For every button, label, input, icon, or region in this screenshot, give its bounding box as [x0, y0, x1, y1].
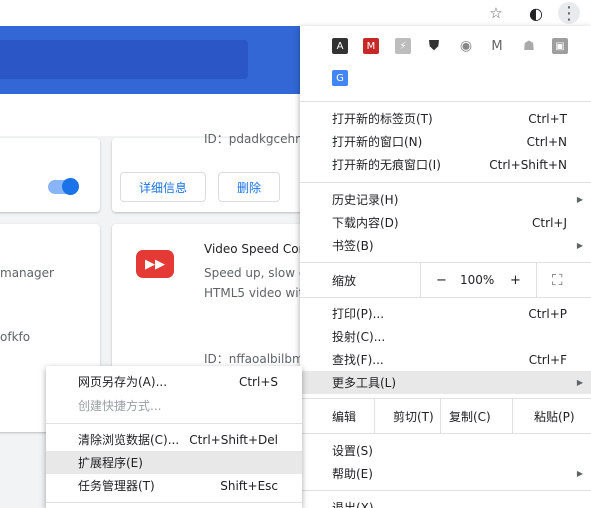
menu-item-downloads[interactable]: 下载内容(D) Ctrl+J — [300, 211, 591, 234]
menu-separator — [300, 433, 591, 434]
extension-id: ID：pdadkgcehm — [204, 132, 307, 146]
extension-desc: HTML5 video wit — [204, 286, 304, 300]
menu-item-settings[interactable]: 设置(S) — [300, 439, 591, 462]
menu-item-label: 打开新的窗口(N) — [332, 135, 423, 149]
menu-item-history[interactable]: 历史记录(H) ▶ — [300, 188, 591, 211]
chrome-main-menu: A M ⚡ ⛊ ◉ M ☗ ▣ G 打开新的标签页(T) Ctrl+T 打开新的… — [300, 26, 591, 508]
remove-button[interactable]: 删除 — [218, 172, 280, 202]
chrome-menu-icon[interactable]: ⋮ — [558, 2, 580, 24]
menu-item-label: 打印(P)... — [332, 307, 385, 321]
extension-id: ID：nffaoalbilbm — [204, 352, 304, 366]
extension-id: ofkfo — [0, 330, 31, 344]
menu-separator — [300, 182, 591, 183]
paste-button[interactable]: 粘贴(P) — [534, 408, 575, 425]
zoom-in-button[interactable]: + — [510, 273, 521, 288]
extension-grid-icon[interactable]: ▣ — [552, 38, 568, 54]
extension-title: Video Speed Cor — [204, 242, 304, 256]
extension-android-icon[interactable]: ☗ — [521, 38, 537, 54]
menu-item-shortcut: Ctrl+J — [532, 215, 567, 230]
menu-item-label: 投射(C)... — [332, 330, 386, 344]
submenu-arrow-icon: ▶ — [576, 378, 583, 387]
submenu-arrow-icon: ▶ — [576, 195, 583, 204]
zoom-level: 100% — [460, 273, 495, 287]
extension-card — [0, 138, 100, 212]
menu-item-help[interactable]: 帮助(E) ▶ — [300, 462, 591, 485]
extension-a-icon[interactable]: A — [332, 38, 348, 54]
menu-item-label: 打开新的无痕窗口(I) — [332, 158, 441, 172]
menu-item-task-manager[interactable]: 任务管理器(T) Shift+Esc — [46, 474, 302, 497]
details-button[interactable]: 详细信息 — [120, 172, 206, 202]
menu-separator — [300, 101, 591, 102]
browser-toolbar: ☆ ◐ ⋮ — [0, 0, 591, 26]
extension-circle-icon[interactable]: ◉ — [458, 38, 474, 54]
menu-item-shortcut: Ctrl+N — [526, 134, 567, 149]
copy-button[interactable]: 复制(C) — [449, 408, 491, 425]
menu-item-clear-data[interactable]: 清除浏览数据(C)... Ctrl+Shift+Del — [46, 428, 302, 451]
profile-avatar-icon[interactable]: ◐ — [526, 3, 546, 23]
menu-item-shortcut: Ctrl+Shift+N — [489, 157, 567, 172]
menu-item-label: 帮助(E) — [332, 467, 373, 481]
menu-item-label: 创建快捷方式... — [78, 399, 162, 413]
menu-separator — [300, 490, 591, 491]
extension-m-icon[interactable]: M — [363, 38, 379, 54]
menu-item-label: 更多工具(L) — [332, 376, 397, 390]
menu-item-extensions[interactable]: 扩展程序(E) — [46, 451, 302, 474]
extension-mail-icon[interactable]: M — [489, 38, 505, 54]
menu-edit-row: 编辑 剪切(T) 复制(C) 粘贴(P) — [300, 399, 591, 433]
more-tools-submenu: 网页另存为(A)... Ctrl+S 创建快捷方式... 清除浏览数据(C)..… — [46, 366, 302, 508]
extension-desc: manager — [0, 266, 54, 280]
menu-item-exit[interactable]: 退出(X) — [300, 496, 591, 508]
menu-item-print[interactable]: 打印(P)... Ctrl+P — [300, 302, 591, 325]
zoom-label: 缩放 — [332, 273, 357, 288]
menu-item-label: 书签(B) — [332, 239, 374, 253]
extension-pdf-icon[interactable]: ⚡ — [395, 38, 411, 54]
submenu-arrow-icon: ▶ — [576, 241, 583, 250]
menu-item-label: 设置(S) — [332, 444, 373, 458]
menu-item-shortcut: Ctrl+Shift+Del — [189, 432, 278, 447]
search-input[interactable] — [0, 40, 248, 79]
menu-item-save-page[interactable]: 网页另存为(A)... Ctrl+S — [46, 370, 302, 393]
menu-zoom-row: 缩放 − 100% + ⛶ — [300, 263, 591, 297]
cut-button[interactable]: 剪切(T) — [393, 408, 434, 425]
menu-item-label: 任务管理器(T) — [78, 479, 155, 493]
menu-item-shortcut: Ctrl+T — [528, 111, 567, 126]
menu-item-shortcut: Shift+Esc — [220, 478, 278, 493]
menu-item-find[interactable]: 查找(F)... Ctrl+F — [300, 348, 591, 371]
submenu-arrow-icon: ▶ — [576, 469, 583, 478]
menu-separator — [46, 502, 302, 503]
menu-item-new-tab[interactable]: 打开新的标签页(T) Ctrl+T — [300, 107, 591, 130]
menu-item-label: 网页另存为(A)... — [78, 375, 168, 389]
zoom-out-button[interactable]: − — [436, 273, 447, 288]
extension-card: ID：pdadkgcehm 详细信息 删除 — [112, 132, 312, 212]
menu-item-new-window[interactable]: 打开新的窗口(N) Ctrl+N — [300, 130, 591, 153]
menu-item-label: 清除浏览数据(C)... — [78, 433, 180, 447]
extension-shield-icon[interactable]: ⛊ — [426, 38, 442, 54]
menu-item-create-shortcut: 创建快捷方式... — [46, 394, 302, 417]
menu-item-label: 下载内容(D) — [332, 216, 399, 230]
video-speed-icon: ▶▶ — [136, 250, 174, 278]
menu-item-more-tools[interactable]: 更多工具(L) ▶ — [300, 371, 591, 394]
menu-item-label: 退出(X) — [332, 501, 374, 508]
enable-toggle-knob[interactable] — [62, 178, 79, 195]
edit-label: 编辑 — [332, 409, 357, 424]
menu-item-new-incognito[interactable]: 打开新的无痕窗口(I) Ctrl+Shift+N — [300, 153, 591, 176]
menu-item-label: 查找(F)... — [332, 353, 384, 367]
menu-item-label: 历史记录(H) — [332, 193, 399, 207]
extension-desc: Speed up, slow c — [204, 266, 306, 280]
menu-item-shortcut: Ctrl+S — [238, 374, 278, 389]
menu-item-label: 扩展程序(E) — [78, 456, 143, 470]
menu-separator — [300, 297, 591, 298]
menu-item-shortcut: Ctrl+P — [528, 306, 567, 321]
menu-item-cast[interactable]: 投射(C)... — [300, 325, 591, 348]
bookmark-star-icon[interactable]: ☆ — [486, 3, 506, 23]
google-translate-icon[interactable]: G — [332, 70, 348, 86]
menu-item-bookmarks[interactable]: 书签(B) ▶ — [300, 234, 591, 257]
fullscreen-icon[interactable]: ⛶ — [552, 271, 563, 289]
menu-item-label: 打开新的标签页(T) — [332, 112, 433, 126]
menu-item-shortcut: Ctrl+F — [528, 352, 567, 367]
menu-separator — [46, 423, 302, 424]
